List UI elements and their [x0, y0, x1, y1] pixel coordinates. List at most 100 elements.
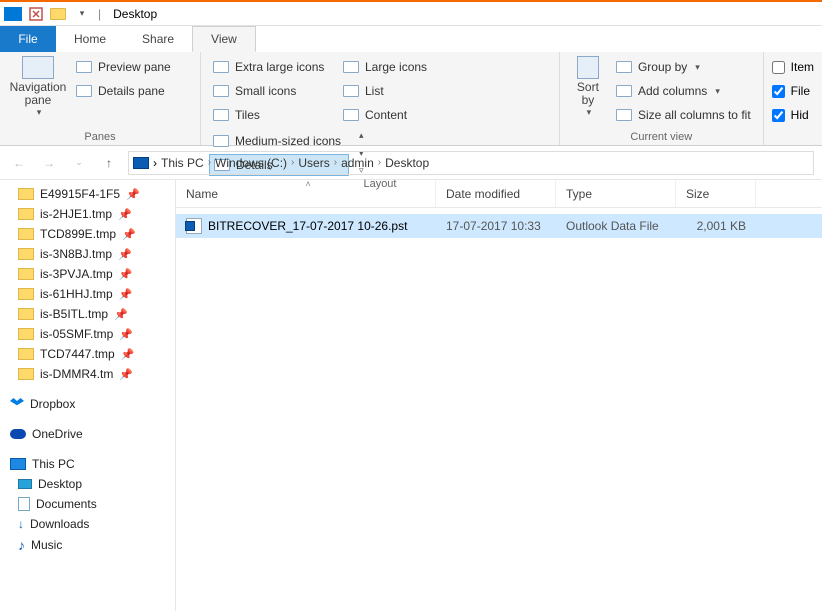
chevron-down-icon: ▾ [715, 86, 720, 97]
quick-item[interactable]: TCD7447.tmp📌 [0, 344, 175, 364]
size-columns-button[interactable]: Size all columns to fit [612, 104, 755, 126]
tab-file[interactable]: File [0, 26, 56, 52]
col-date[interactable]: Date modified [436, 180, 556, 207]
nav-desktop[interactable]: Desktop [0, 474, 175, 494]
outlook-data-file-icon [186, 218, 202, 234]
layout-small[interactable]: Small icons [209, 80, 335, 102]
tab-share[interactable]: Share [124, 26, 192, 52]
pin-icon: 📌 [121, 348, 135, 361]
quick-item[interactable]: is-3PVJA.tmp📌 [0, 264, 175, 284]
navigation-pane-label: Navigation pane [10, 81, 67, 107]
qat-properties-icon[interactable] [28, 6, 44, 22]
quick-item[interactable]: is-DMMR4.tm📌 [0, 364, 175, 384]
quick-item[interactable]: is-3N8BJ.tmp📌 [0, 244, 175, 264]
dropbox-icon [10, 398, 24, 410]
nav-dropbox[interactable]: Dropbox [0, 394, 175, 414]
current-view-group-label: Current view [568, 129, 755, 143]
layout-list[interactable]: List [339, 80, 459, 102]
layout-tiles[interactable]: Tiles [209, 104, 335, 126]
crumb-desktop[interactable]: Desktop [385, 156, 429, 170]
folder-icon [18, 308, 34, 320]
forward-button[interactable]: → [38, 152, 60, 174]
quick-item[interactable]: is-05SMF.tmp📌 [0, 324, 175, 344]
recent-locations-button[interactable]: ⌄ [68, 152, 90, 174]
quick-item[interactable]: is-61HHJ.tmp📌 [0, 284, 175, 304]
details-pane-icon [76, 85, 92, 97]
nav-documents[interactable]: Documents [0, 494, 175, 514]
details-pane-button[interactable]: Details pane [72, 80, 192, 102]
ribbon-group-current-view: Sort by ▾ Group by▾ Add columns▾ Size al… [560, 52, 764, 145]
col-type[interactable]: Type [556, 180, 676, 207]
file-row[interactable]: BITRECOVER_17-07-2017 10-26.pst 17-07-20… [176, 214, 822, 238]
system-menu-icon[interactable] [4, 7, 22, 21]
up-button[interactable]: ↑ [98, 152, 120, 174]
chevron-right-icon[interactable]: › [378, 157, 381, 168]
chevron-down-icon: ▾ [587, 107, 592, 118]
crumb-users[interactable]: Users› [298, 156, 337, 170]
layout-extra-large[interactable]: Extra large icons [209, 56, 335, 78]
navigation-pane-button[interactable]: Navigation pane ▾ [8, 56, 68, 118]
file-list: Name˄ Date modified Type Size BITRECOVER… [176, 180, 822, 611]
group-by-button[interactable]: Group by▾ [612, 56, 755, 78]
layout-medium[interactable]: Medium-sized icons [209, 130, 349, 152]
quick-item[interactable]: E49915F4-1F5📌 [0, 184, 175, 204]
quick-item[interactable]: is-B5ITL.tmp📌 [0, 304, 175, 324]
pin-icon: 📌 [119, 268, 133, 281]
medium-icons-icon [213, 135, 229, 147]
chevron-right-icon[interactable]: › [153, 156, 157, 170]
quick-item[interactable]: is-2HJE1.tmp📌 [0, 204, 175, 224]
chevron-down-icon: ▾ [37, 107, 42, 118]
layout-large[interactable]: Large icons [339, 56, 459, 78]
hidden-items-toggle[interactable]: Hid [772, 104, 814, 126]
file-date-cell: 17-07-2017 10:33 [436, 219, 556, 233]
tab-home[interactable]: Home [56, 26, 124, 52]
chevron-right-icon[interactable]: › [291, 157, 294, 168]
tab-view[interactable]: View [192, 26, 256, 52]
desktop-icon [18, 479, 32, 489]
preview-pane-label: Preview pane [98, 60, 171, 74]
preview-pane-button[interactable]: Preview pane [72, 56, 192, 78]
navigation-pane[interactable]: E49915F4-1F5📌 is-2HJE1.tmp📌 TCD899E.tmp📌… [0, 180, 176, 611]
thispc-icon [10, 458, 26, 470]
nav-onedrive[interactable]: OneDrive [0, 424, 175, 444]
col-size[interactable]: Size [676, 180, 756, 207]
tiles-icon [213, 109, 229, 121]
sort-by-icon [577, 56, 599, 79]
breadcrumb[interactable]: › This PC› Windows (C:)› Users› admin› D… [128, 151, 814, 175]
small-icons-icon [213, 85, 229, 97]
ribbon-group-panes: Navigation pane ▾ Preview pane Details p… [0, 52, 201, 145]
pin-icon: 📌 [119, 368, 133, 381]
folder-icon [18, 188, 34, 200]
group-by-icon [616, 61, 632, 73]
file-ext-toggle[interactable]: File [772, 80, 814, 102]
folder-icon [18, 328, 34, 340]
nav-downloads[interactable]: ↓Downloads [0, 514, 175, 534]
col-name[interactable]: Name˄ [176, 180, 436, 207]
add-columns-button[interactable]: Add columns▾ [612, 80, 755, 102]
crumb-thispc[interactable]: This PC› [161, 156, 211, 170]
nav-music[interactable]: ♪Music [0, 534, 175, 556]
crumb-admin[interactable]: admin› [341, 156, 381, 170]
quick-item[interactable]: TCD899E.tmp📌 [0, 224, 175, 244]
downloads-icon: ↓ [18, 517, 24, 531]
qat-dropdown-icon[interactable]: ▾ [74, 6, 90, 22]
documents-icon [18, 497, 30, 511]
layout-scroll-up-icon[interactable]: ▴ [359, 130, 364, 141]
folder-icon [50, 8, 66, 20]
layout-content[interactable]: Content [339, 104, 459, 126]
music-icon: ♪ [18, 537, 25, 553]
ribbon-tabs: File Home Share View [0, 26, 822, 52]
chevron-right-icon[interactable]: › [208, 157, 211, 168]
back-button[interactable]: ← [8, 152, 30, 174]
file-name-cell: BITRECOVER_17-07-2017 10-26.pst [176, 218, 436, 234]
navigation-pane-icon [22, 56, 54, 79]
folder-icon [18, 228, 34, 240]
chevron-right-icon[interactable]: › [334, 157, 337, 168]
crumb-windows[interactable]: Windows (C:)› [215, 156, 294, 170]
list-icon [343, 85, 359, 97]
item-checkboxes-toggle[interactable]: Item [772, 56, 814, 78]
sort-by-button[interactable]: Sort by ▾ [568, 56, 608, 118]
nav-thispc[interactable]: This PC [0, 454, 175, 474]
folder-icon [18, 348, 34, 360]
body: E49915F4-1F5📌 is-2HJE1.tmp📌 TCD899E.tmp📌… [0, 180, 822, 611]
